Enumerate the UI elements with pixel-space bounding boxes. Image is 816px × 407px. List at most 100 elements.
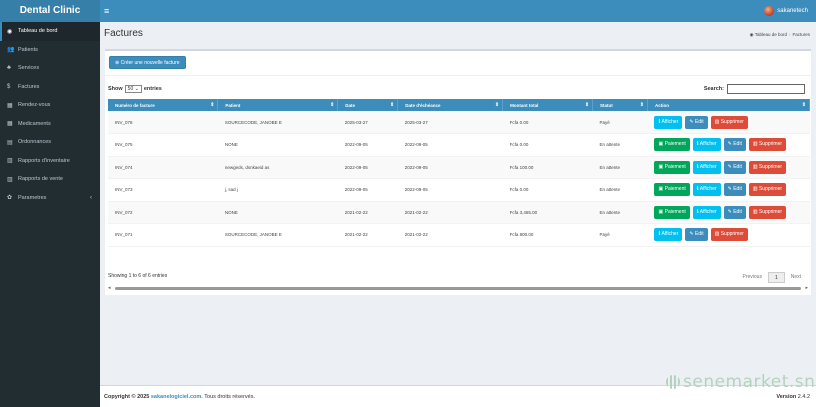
- page-length-control: Show 50 ⌄ entries: [108, 85, 162, 93]
- table-row: INV_075 NONE 2022-09-05 2022-09-05 Fcfa 0.00…: [108, 133, 810, 157]
- show-label: Show: [108, 86, 123, 92]
- cell-due: 2022-09-05: [397, 178, 503, 202]
- cell-id: INV_074: [108, 156, 218, 179]
- invoices-box: ⊕ Créer une nouvelle facture Show 50 ⌄ e…: [105, 49, 811, 295]
- cell-total: Fcfa 0.00: [502, 111, 593, 134]
- main-content: Factures ◉ Tableau de bord › Factures ⊕ Cr…: [100, 22, 816, 385]
- column-header-label: Statut: [600, 102, 613, 108]
- cell-patient: NONE: [217, 133, 338, 157]
- scrollbar-thumb[interactable]: [115, 287, 801, 290]
- cell-status: En attente: [592, 201, 648, 224]
- sidebar-item-rendez-vous[interactable]: ▦ Rendez-vous: [0, 96, 100, 115]
- view-button[interactable]: ℹ Afficher: [692, 160, 721, 174]
- payment-button[interactable]: ▣ Paiement: [654, 205, 690, 219]
- column-header-label: Action: [654, 102, 669, 108]
- search-input[interactable]: [727, 84, 805, 94]
- column-header[interactable]: Patient ⇕: [217, 99, 339, 111]
- column-header[interactable]: Date ⇕: [337, 99, 399, 111]
- view-button[interactable]: ℹ Afficher: [692, 183, 721, 197]
- delete-button[interactable]: ▥ Supprimer: [710, 228, 748, 242]
- delete-button-label: Supprimer: [758, 208, 783, 215]
- sort-icon: ⇕: [330, 102, 335, 108]
- view-button[interactable]: ℹ Afficher: [692, 138, 721, 152]
- edit-button[interactable]: ✎ Edit: [723, 160, 746, 174]
- pagination-previous[interactable]: Previous: [736, 272, 767, 283]
- sidebar-item-patients[interactable]: 👥 Patients: [0, 41, 100, 60]
- menu-toggle-icon[interactable]: ≡: [104, 5, 109, 17]
- sidebar-item-label: Ordonnances: [18, 139, 52, 146]
- brand-logo[interactable]: Dental Clinic: [0, 0, 100, 22]
- sidebar-item-label: Rapports de vente: [18, 176, 63, 183]
- user-menu[interactable]: sakanetech: [764, 5, 808, 17]
- cell-id: INV_072: [108, 201, 218, 224]
- chevron-left-icon: ‹: [90, 194, 92, 201]
- calendar-icon: ▦: [7, 102, 13, 109]
- column-header[interactable]: Numéro de facture ⇕: [108, 99, 219, 111]
- sidebar-item-parametres[interactable]: ✿ Parametres ‹: [0, 189, 100, 208]
- search-control: Search:: [704, 84, 805, 94]
- cell-date: 2022-09-05: [337, 133, 398, 157]
- edit-button[interactable]: ✎ Edit: [723, 183, 746, 197]
- delete-button[interactable]: ▥ Supprimer: [748, 138, 787, 152]
- invoices-table: Numéro de facture ⇕ Patient ⇕ Date ⇕ Date d'éc…: [108, 99, 811, 247]
- sidebar-item-ordonnances[interactable]: ▤ Ordonnances: [0, 133, 100, 152]
- sidebar-item-label: Services: [18, 65, 40, 72]
- dollar-icon: $: [7, 83, 11, 90]
- pagination-next[interactable]: Next: [785, 272, 807, 283]
- footer-link[interactable]: sakanelogiciel.com.: [151, 394, 203, 400]
- new-invoice-button[interactable]: ⊕ Créer une nouvelle facture: [109, 56, 186, 69]
- breadcrumb-current: Factures: [792, 32, 810, 37]
- cell-patient: j, sad j: [217, 178, 338, 202]
- cell-id: INV_075: [108, 133, 218, 157]
- edit-button[interactable]: ✎ Edit: [685, 115, 708, 129]
- column-header[interactable]: Montant total ⇕: [502, 99, 594, 111]
- gear-icon: ✿: [7, 195, 13, 202]
- delete-button[interactable]: ▥ Supprimer: [748, 160, 787, 174]
- page-length-select[interactable]: 50 ⌄: [124, 85, 142, 93]
- view-button[interactable]: ℹ Afficher: [654, 228, 683, 242]
- column-header[interactable]: Action ⇕: [647, 99, 811, 111]
- edit-button-label: Edit: [694, 231, 704, 238]
- delete-button-label: Supprimer: [720, 118, 744, 125]
- payment-button[interactable]: ▣ Paiement: [654, 160, 690, 174]
- sidebar-item-rapports-de-vente[interactable]: ▥ Rapports de vente: [0, 170, 100, 189]
- version-number: 2.4.2: [797, 394, 810, 400]
- sidebar-item-tableau-de-bord[interactable]: ◉ Tableau de bord: [0, 22, 100, 41]
- payment-button-label: Paiement: [664, 186, 686, 193]
- pagination-page-1[interactable]: 1: [767, 272, 785, 283]
- users-icon: 👥: [7, 47, 15, 54]
- payment-button[interactable]: ▣ Paiement: [654, 138, 690, 152]
- edit-button-label: Edit: [733, 163, 742, 170]
- delete-button[interactable]: ▥ Supprimer: [748, 183, 787, 197]
- copyright-text: Copyright © 2025: [104, 394, 150, 400]
- scroll-right-icon[interactable]: ▸: [805, 285, 808, 291]
- column-header[interactable]: Date d'échéance ⇕: [397, 99, 504, 111]
- medicine-icon: ▦: [7, 121, 13, 128]
- view-button[interactable]: ℹ Afficher: [692, 205, 721, 219]
- delete-button[interactable]: ▥ Supprimer: [748, 205, 787, 219]
- scroll-left-icon[interactable]: ◂: [108, 285, 111, 291]
- cell-total: Fcfa 800.00: [502, 223, 593, 247]
- sidebar-item-label: Factures: [18, 83, 40, 90]
- pagination: Previous 1 Next: [736, 272, 807, 283]
- sidebar-item-label: Patients: [18, 46, 38, 53]
- sidebar-item-label: Tableau de bord: [18, 28, 58, 35]
- page-title: Factures: [104, 28, 143, 39]
- edit-button[interactable]: ✎ Edit: [723, 205, 746, 219]
- breadcrumb-home[interactable]: Tableau de bord: [755, 32, 787, 37]
- sidebar-item-medicaments[interactable]: ▦ Medicaments: [0, 115, 100, 134]
- cell-actions: ▣ Paiement ℹ Afficher ✎ Edit ▥ Supprimer: [647, 201, 810, 224]
- sidebar-item-label: Rendez-vous: [18, 102, 51, 109]
- edit-button[interactable]: ✎ Edit: [685, 228, 708, 242]
- edit-button[interactable]: ✎ Edit: [723, 138, 746, 152]
- sidebar-item-rapports-d-inventaire[interactable]: ▥ Rapports d'inventaire: [0, 152, 100, 171]
- sidebar-item-services[interactable]: ♣ Services: [0, 59, 100, 78]
- delete-button[interactable]: ▥ Supprimer: [710, 115, 748, 129]
- page-length-value: 50: [127, 86, 134, 92]
- sidebar-item-factures[interactable]: $ Factures: [0, 78, 100, 97]
- horizontal-scrollbar[interactable]: ◂ ▸: [108, 285, 808, 291]
- payment-button[interactable]: ▣ Paiement: [654, 183, 690, 197]
- column-header[interactable]: Statut ⇕: [592, 99, 648, 111]
- view-button[interactable]: ℹ Afficher: [654, 115, 683, 129]
- cell-total: Fcfa 3,465.00: [502, 201, 593, 224]
